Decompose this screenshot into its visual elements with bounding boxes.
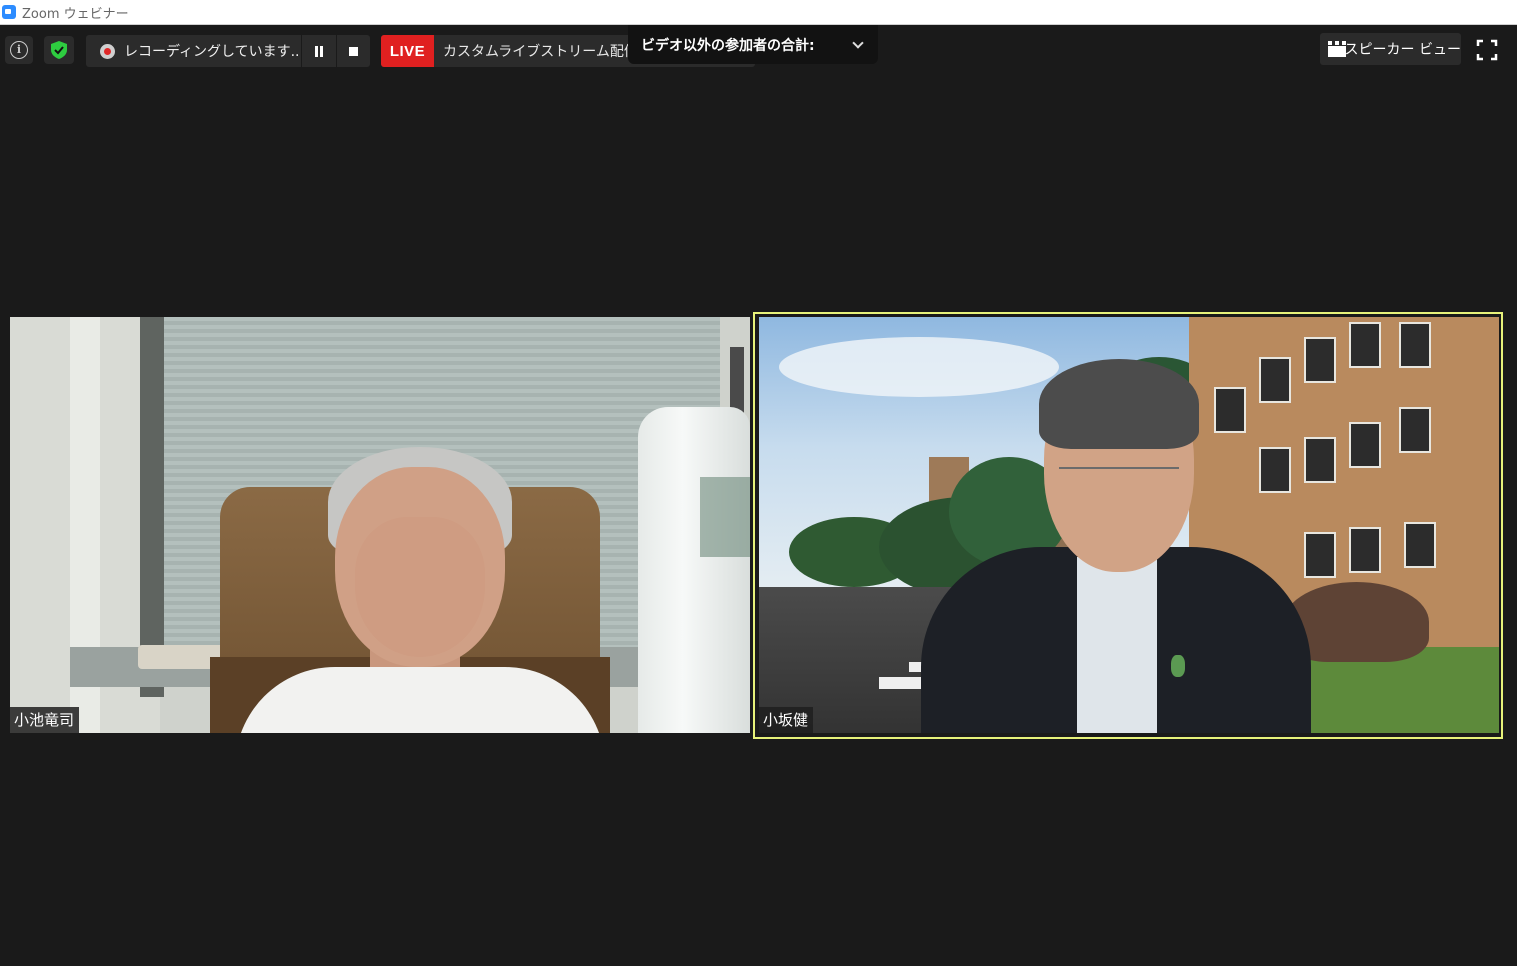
building-window <box>1304 337 1336 383</box>
person-glasses <box>1059 467 1179 489</box>
building-window <box>1349 527 1381 573</box>
pause-recording-button[interactable] <box>302 35 335 67</box>
pause-icon <box>314 45 324 57</box>
lab-coat-detail <box>700 477 750 557</box>
zoom-app-icon <box>2 5 16 19</box>
building-window <box>1399 407 1431 453</box>
building-window <box>1304 437 1336 483</box>
building-window <box>1214 387 1246 433</box>
cloud <box>779 337 1059 397</box>
record-icon <box>100 43 115 59</box>
recording-indicator: レコーディングしています... <box>86 35 370 67</box>
non-video-participants-dropdown[interactable]: ビデオ以外の参加者の合計: <box>628 25 878 64</box>
window-titlebar: Zoom ウェビナー <box>0 0 1517 25</box>
stop-recording-button[interactable] <box>337 35 370 67</box>
building-window <box>1259 357 1291 403</box>
person-shirt <box>1077 557 1157 733</box>
video-tile-participant-2[interactable]: 小坂健 <box>759 317 1499 733</box>
stop-icon <box>348 46 358 56</box>
speaker-view-label: スピーカー ビュー <box>1344 42 1461 58</box>
meeting-info-button[interactable]: i <box>5 36 33 64</box>
info-icon: i <box>10 41 28 59</box>
building-window <box>1349 322 1381 368</box>
live-badge: LIVE <box>381 35 434 67</box>
security-button[interactable] <box>44 36 74 64</box>
building-window <box>1304 532 1336 578</box>
building-window <box>1404 522 1436 568</box>
person-hair <box>1039 359 1199 449</box>
participant-name-label: 小池竜司 <box>10 707 80 733</box>
non-video-participants-label: ビデオ以外の参加者の合計: <box>641 37 815 54</box>
recording-status: レコーディングしています... <box>124 44 302 60</box>
video-tile-participant-1[interactable]: 小池竜司 <box>10 317 750 733</box>
lab-coat <box>638 407 750 733</box>
person-body <box>235 667 605 733</box>
building-window <box>1349 422 1381 468</box>
window-title: Zoom ウェビナー <box>22 6 129 22</box>
building-window <box>1399 322 1431 368</box>
person-face <box>355 517 485 657</box>
chevron-down-icon <box>852 36 864 49</box>
fullscreen-icon <box>1476 39 1498 61</box>
lapel-pin <box>1171 655 1185 677</box>
building-window <box>1259 447 1291 493</box>
grid-icon <box>1328 41 1346 57</box>
fullscreen-button[interactable] <box>1475 38 1499 62</box>
speaker-view-button[interactable]: スピーカー ビュー <box>1320 33 1461 65</box>
window-frame <box>140 317 164 697</box>
shield-check-icon <box>51 41 67 59</box>
participant-name-label: 小坂健 <box>759 707 814 733</box>
